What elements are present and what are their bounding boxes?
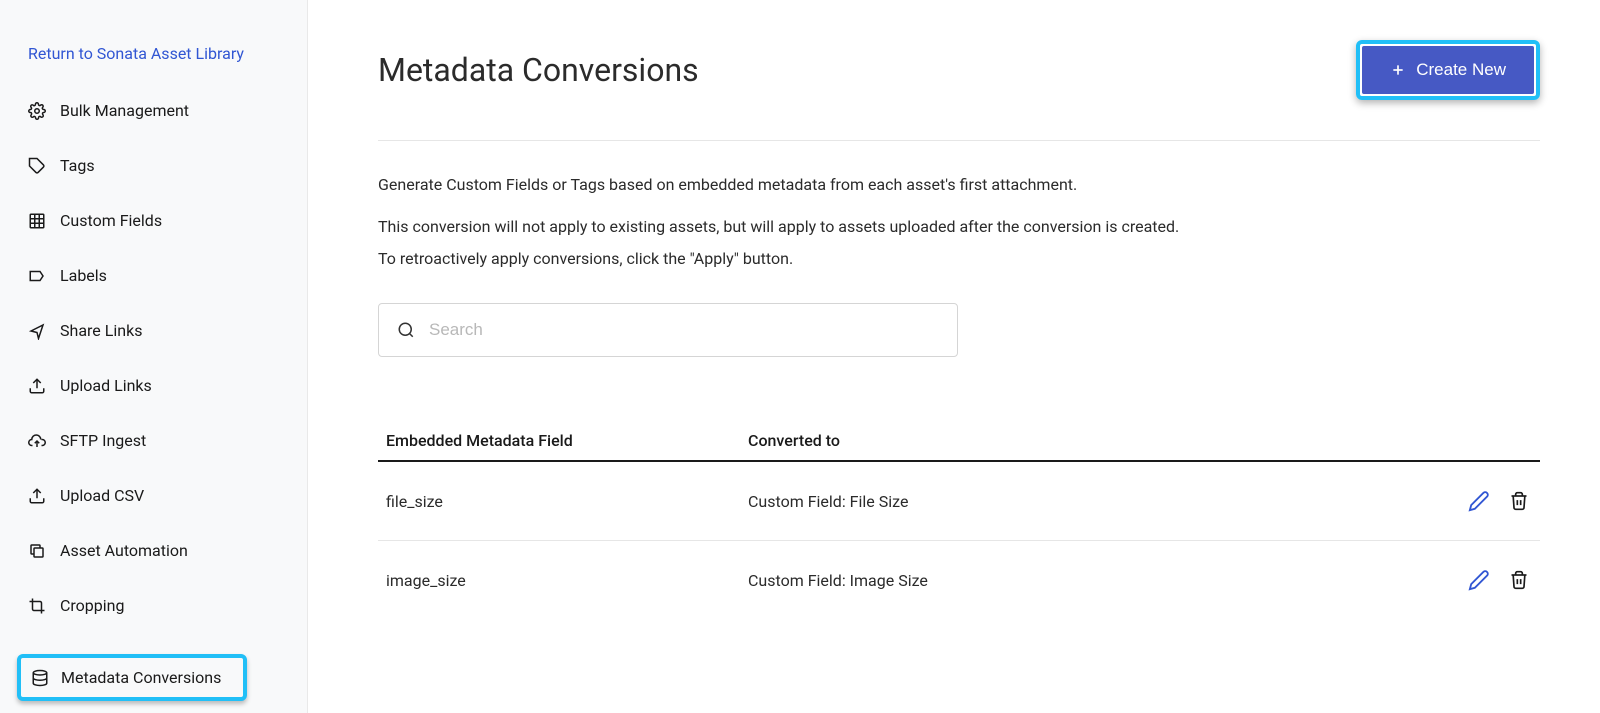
sidebar-item-cropping[interactable]: Cropping bbox=[0, 578, 307, 633]
sidebar-item-label: Bulk Management bbox=[60, 101, 189, 120]
sidebar-item-metadata-conversions[interactable]: Metadata Conversions bbox=[17, 654, 247, 701]
crop-icon bbox=[28, 597, 46, 615]
description-line-3: To retroactively apply conversions, clic… bbox=[378, 243, 1540, 275]
sidebar-item-upload-links[interactable]: Upload Links bbox=[0, 358, 307, 413]
search-icon bbox=[397, 321, 415, 339]
sidebar-item-label: Share Links bbox=[60, 321, 142, 340]
sidebar-item-label: Metadata Conversions bbox=[61, 668, 221, 687]
table-row: file_size Custom Field: File Size bbox=[378, 462, 1540, 541]
edit-icon[interactable] bbox=[1468, 490, 1490, 512]
table-header-embedded: Embedded Metadata Field bbox=[378, 431, 748, 450]
return-link[interactable]: Return to Sonata Asset Library bbox=[0, 36, 307, 83]
sidebar-item-asset-automation[interactable]: Asset Automation bbox=[0, 523, 307, 578]
create-new-button[interactable]: Create New bbox=[1362, 46, 1534, 94]
sidebar-item-label: Upload CSV bbox=[60, 486, 144, 505]
divider bbox=[378, 140, 1540, 141]
grid-icon bbox=[28, 212, 46, 230]
sidebar-item-label: Tags bbox=[60, 156, 95, 175]
cell-embedded: image_size bbox=[378, 571, 748, 590]
search-box[interactable] bbox=[378, 303, 958, 357]
sidebar-item-tags[interactable]: Tags bbox=[0, 138, 307, 193]
sidebar: Return to Sonata Asset Library Bulk Mana… bbox=[0, 0, 308, 713]
description-block: This conversion will not apply to existi… bbox=[378, 211, 1540, 275]
main-content: Metadata Conversions Create New Generate… bbox=[308, 0, 1600, 713]
table-header: Embedded Metadata Field Converted to bbox=[378, 431, 1540, 462]
cell-converted: Custom Field: File Size bbox=[748, 492, 1440, 511]
table-header-converted: Converted to bbox=[748, 431, 1540, 450]
edit-icon[interactable] bbox=[1468, 569, 1490, 591]
sidebar-item-label: Custom Fields bbox=[60, 211, 162, 230]
sidebar-item-label: SFTP Ingest bbox=[60, 431, 146, 450]
cell-converted: Custom Field: Image Size bbox=[748, 571, 1440, 590]
sidebar-item-label: Cropping bbox=[60, 596, 124, 615]
copy-icon bbox=[28, 542, 46, 560]
create-new-label: Create New bbox=[1416, 60, 1506, 80]
trash-icon[interactable] bbox=[1508, 490, 1530, 512]
gear-icon bbox=[28, 102, 46, 120]
sidebar-item-upload-csv[interactable]: Upload CSV bbox=[0, 468, 307, 523]
search-input[interactable] bbox=[429, 320, 939, 340]
sidebar-item-label: Asset Automation bbox=[60, 541, 188, 560]
sidebar-item-label: Upload Links bbox=[60, 376, 152, 395]
share-icon bbox=[28, 322, 46, 340]
sidebar-item-label: Labels bbox=[60, 266, 107, 285]
table-row: image_size Custom Field: Image Size bbox=[378, 541, 1540, 619]
upload-icon bbox=[28, 377, 46, 395]
header-row: Metadata Conversions Create New bbox=[378, 40, 1540, 100]
plus-icon bbox=[1390, 62, 1406, 78]
trash-icon[interactable] bbox=[1508, 569, 1530, 591]
sidebar-item-sftp-ingest[interactable]: SFTP Ingest bbox=[0, 413, 307, 468]
sidebar-item-custom-fields[interactable]: Custom Fields bbox=[0, 193, 307, 248]
tag-icon bbox=[28, 157, 46, 175]
database-icon bbox=[31, 669, 49, 687]
cloud-upload-icon bbox=[28, 432, 46, 450]
sidebar-item-share-links[interactable]: Share Links bbox=[0, 303, 307, 358]
page-title: Metadata Conversions bbox=[378, 51, 699, 89]
cell-embedded: file_size bbox=[378, 492, 748, 511]
label-icon bbox=[28, 267, 46, 285]
sidebar-item-labels[interactable]: Labels bbox=[0, 248, 307, 303]
create-new-highlight: Create New bbox=[1356, 40, 1540, 100]
upload-icon bbox=[28, 487, 46, 505]
sidebar-item-bulk-management[interactable]: Bulk Management bbox=[0, 83, 307, 138]
description-line-1: Generate Custom Fields or Tags based on … bbox=[378, 173, 1540, 197]
description-line-2: This conversion will not apply to existi… bbox=[378, 211, 1540, 243]
